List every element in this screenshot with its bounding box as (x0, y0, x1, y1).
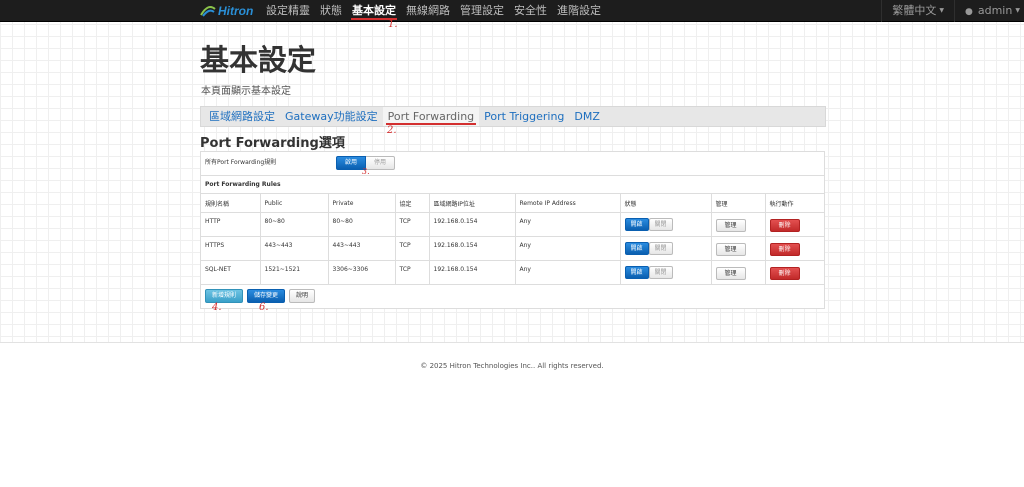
hitron-logo[interactable]: Hitron (200, 3, 253, 19)
rule-manage-cell: 管理 (711, 212, 766, 237)
chevron-down-icon: ▼ (939, 7, 944, 14)
rule-lan-ip: 192.168.0.154 (429, 236, 516, 261)
user-icon: ● (965, 7, 973, 17)
rule-remote-ip: Any (515, 260, 621, 285)
rule-status-cell: 開啟 關閉 (620, 212, 712, 237)
add-rule-button[interactable]: 新增規則 (205, 289, 244, 303)
rule-lan-ip: 192.168.0.154 (429, 260, 516, 285)
col-header: 狀態 (620, 193, 712, 213)
language-label: 繁體中文 (892, 4, 937, 17)
table-row: HTTPS 443~443 443~443 TCP 192.168.0.154 … (201, 236, 824, 261)
page-title: 基本設定 (200, 43, 317, 77)
rule-public: 80~80 (260, 212, 329, 237)
rule-protocol: TCP (395, 236, 430, 261)
nav-item-security[interactable]: 安全性 (514, 0, 547, 22)
status-on-button[interactable]: 開啟 (624, 266, 649, 279)
manage-button[interactable]: 管理 (715, 219, 746, 232)
rule-lan-ip: 192.168.0.154 (429, 212, 516, 237)
col-header: 執行動作 (765, 193, 824, 213)
rule-status-cell: 開啟 關閉 (620, 260, 712, 285)
tab-dmz[interactable]: DMZ (569, 107, 605, 126)
nav-item-wireless[interactable]: 無線網路 (406, 0, 450, 22)
status-on-button[interactable]: 開啟 (624, 242, 649, 255)
rule-public: 443~443 (260, 236, 329, 261)
disable-all-button[interactable]: 停用 (366, 156, 396, 170)
hitron-logo-icon (200, 6, 216, 17)
save-changes-button[interactable]: 儲存變更 (247, 289, 286, 303)
rule-action-cell: 刪除 (765, 236, 824, 261)
rule-remote-ip: Any (515, 236, 621, 261)
rule-private: 443~443 (328, 236, 396, 261)
table-row: HTTP 80~80 80~80 TCP 192.168.0.154 Any 開… (201, 212, 824, 237)
status-off-button[interactable]: 關閉 (648, 266, 673, 279)
rule-remote-ip: Any (515, 212, 621, 237)
status-off-button[interactable]: 關閉 (648, 218, 673, 231)
delete-button[interactable]: 刪除 (769, 267, 800, 280)
rule-public: 1521~1521 (260, 260, 329, 285)
rule-name: SQL-NET (201, 260, 261, 285)
delete-button[interactable]: 刪除 (769, 219, 800, 232)
rule-action-cell: 刪除 (765, 212, 824, 237)
table-row: SQL-NET 1521~1521 3306~3306 TCP 192.168.… (201, 260, 824, 285)
rule-manage-cell: 管理 (711, 260, 766, 285)
chevron-down-icon: ▼ (1015, 7, 1020, 14)
col-header: 協定 (395, 193, 430, 213)
rule-protocol: TCP (395, 260, 430, 285)
top-navbar: Hitron 設定精靈 狀態 基本設定 無線網路 管理設定 安全性 進階設定 繁… (0, 0, 1024, 22)
navbar-right: 繁體中文 ▼ ● admin ▼ (881, 0, 1024, 22)
rule-action-cell: 刪除 (765, 260, 824, 285)
col-header: 規則名稱 (201, 193, 261, 213)
rules-table: 規則名稱 Public Private 協定 區域網路IP位址 Remote I… (201, 193, 824, 285)
main-nav: 設定精靈 狀態 基本設定 無線網路 管理設定 安全性 進階設定 (266, 0, 611, 22)
help-button[interactable]: 說明 (289, 289, 316, 303)
all-rules-label: 所有Port Forwarding規則 (205, 159, 277, 166)
table-header-row: 規則名稱 Public Private 協定 區域網路IP位址 Remote I… (201, 193, 824, 213)
user-dropdown[interactable]: ● admin ▼ (954, 0, 1024, 22)
nav-item-advanced[interactable]: 進階設定 (557, 0, 601, 22)
nav-item-basic-settings[interactable]: 基本設定 (351, 0, 397, 22)
rule-manage-cell: 管理 (711, 236, 766, 261)
section-title: Port Forwarding選項 (200, 136, 345, 151)
rule-name: HTTPS (201, 236, 261, 261)
rule-protocol: TCP (395, 212, 430, 237)
rule-name: HTTP (201, 212, 261, 237)
nav-item-setup-wizard[interactable]: 設定精靈 (266, 0, 310, 22)
form-actions: 新增規則 儲存變更 說明 (205, 289, 316, 303)
nav-item-admin[interactable]: 管理設定 (460, 0, 504, 22)
tab-lan-settings[interactable]: 區域網路設定 (204, 107, 280, 126)
rule-private: 3306~3306 (328, 260, 396, 285)
page-footer: © 2025 Hitron Technologies Inc.. All rig… (0, 342, 1024, 487)
status-on-button[interactable]: 開啟 (624, 218, 649, 231)
manage-button[interactable]: 管理 (715, 267, 746, 280)
brand-name: Hitron (218, 4, 254, 18)
all-rules-toggle: 啟用 停用 (336, 156, 396, 170)
user-name: admin (977, 4, 1013, 17)
nav-item-status[interactable]: 狀態 (320, 0, 342, 22)
rule-status-cell: 開啟 關閉 (620, 236, 712, 261)
status-off-button[interactable]: 關閉 (648, 242, 673, 255)
toggle-row: 所有Port Forwarding規則 啟用 停用 (201, 152, 824, 176)
col-header: Private (328, 193, 396, 213)
language-dropdown[interactable]: 繁體中文 ▼ (881, 0, 954, 22)
tab-port-triggering[interactable]: Port Triggering (479, 107, 569, 126)
enable-all-button[interactable]: 啟用 (336, 156, 367, 170)
tab-gateway-functions[interactable]: Gateway功能設定 (280, 107, 383, 126)
col-header: 管理 (711, 193, 766, 213)
col-header: 區域網路IP位址 (429, 193, 516, 213)
tab-port-forwarding[interactable]: Port Forwarding (382, 107, 480, 126)
delete-button[interactable]: 刪除 (769, 243, 800, 256)
page-subtitle: 本頁面顯示基本設定 (201, 86, 291, 97)
rule-private: 80~80 (328, 212, 396, 237)
rules-title: Port Forwarding Rules (205, 181, 281, 188)
port-forwarding-panel: 所有Port Forwarding規則 啟用 停用 3. Port Forwar… (200, 151, 825, 309)
col-header: Public (260, 193, 329, 213)
col-header: Remote IP Address (515, 193, 621, 213)
manage-button[interactable]: 管理 (715, 243, 746, 256)
copyright-text: © 2025 Hitron Technologies Inc.. All rig… (420, 362, 604, 370)
settings-tabs: 區域網路設定 Gateway功能設定 Port Forwarding Port … (200, 106, 826, 127)
